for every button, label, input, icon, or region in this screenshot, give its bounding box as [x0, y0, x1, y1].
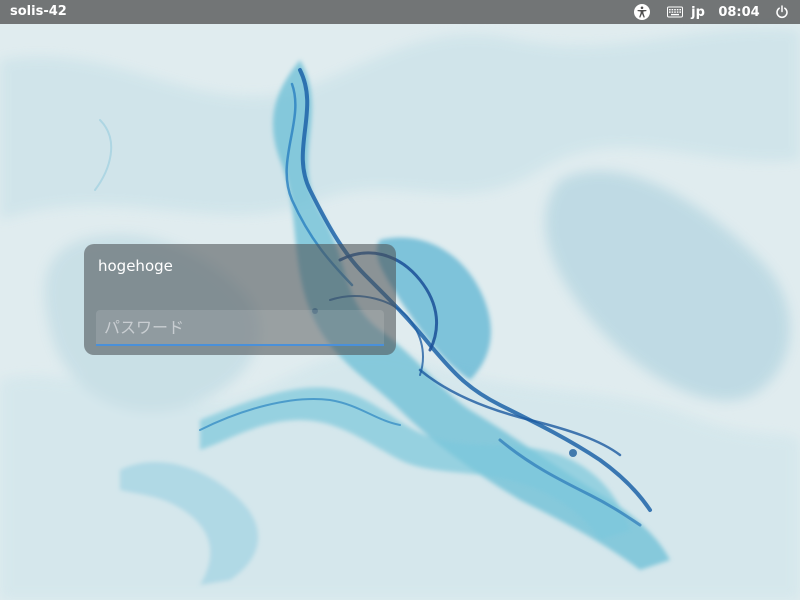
keyboard-layout-indicator[interactable]: jp: [688, 0, 708, 24]
password-input[interactable]: [96, 310, 384, 346]
power-icon[interactable]: [774, 0, 790, 24]
clock[interactable]: 08:04: [718, 0, 759, 24]
hostname-label: solis-42: [10, 4, 67, 19]
accessibility-icon[interactable]: [633, 0, 651, 24]
password-field-wrapper: [96, 310, 384, 346]
login-card: hogehoge: [84, 244, 396, 355]
username-label: hogehoge: [98, 257, 173, 275]
login-screen: solis-42 jp 08:04 hogehoge: [0, 0, 800, 600]
top-bar: solis-42 jp 08:04: [0, 0, 800, 24]
keyboard-icon[interactable]: [666, 0, 684, 24]
